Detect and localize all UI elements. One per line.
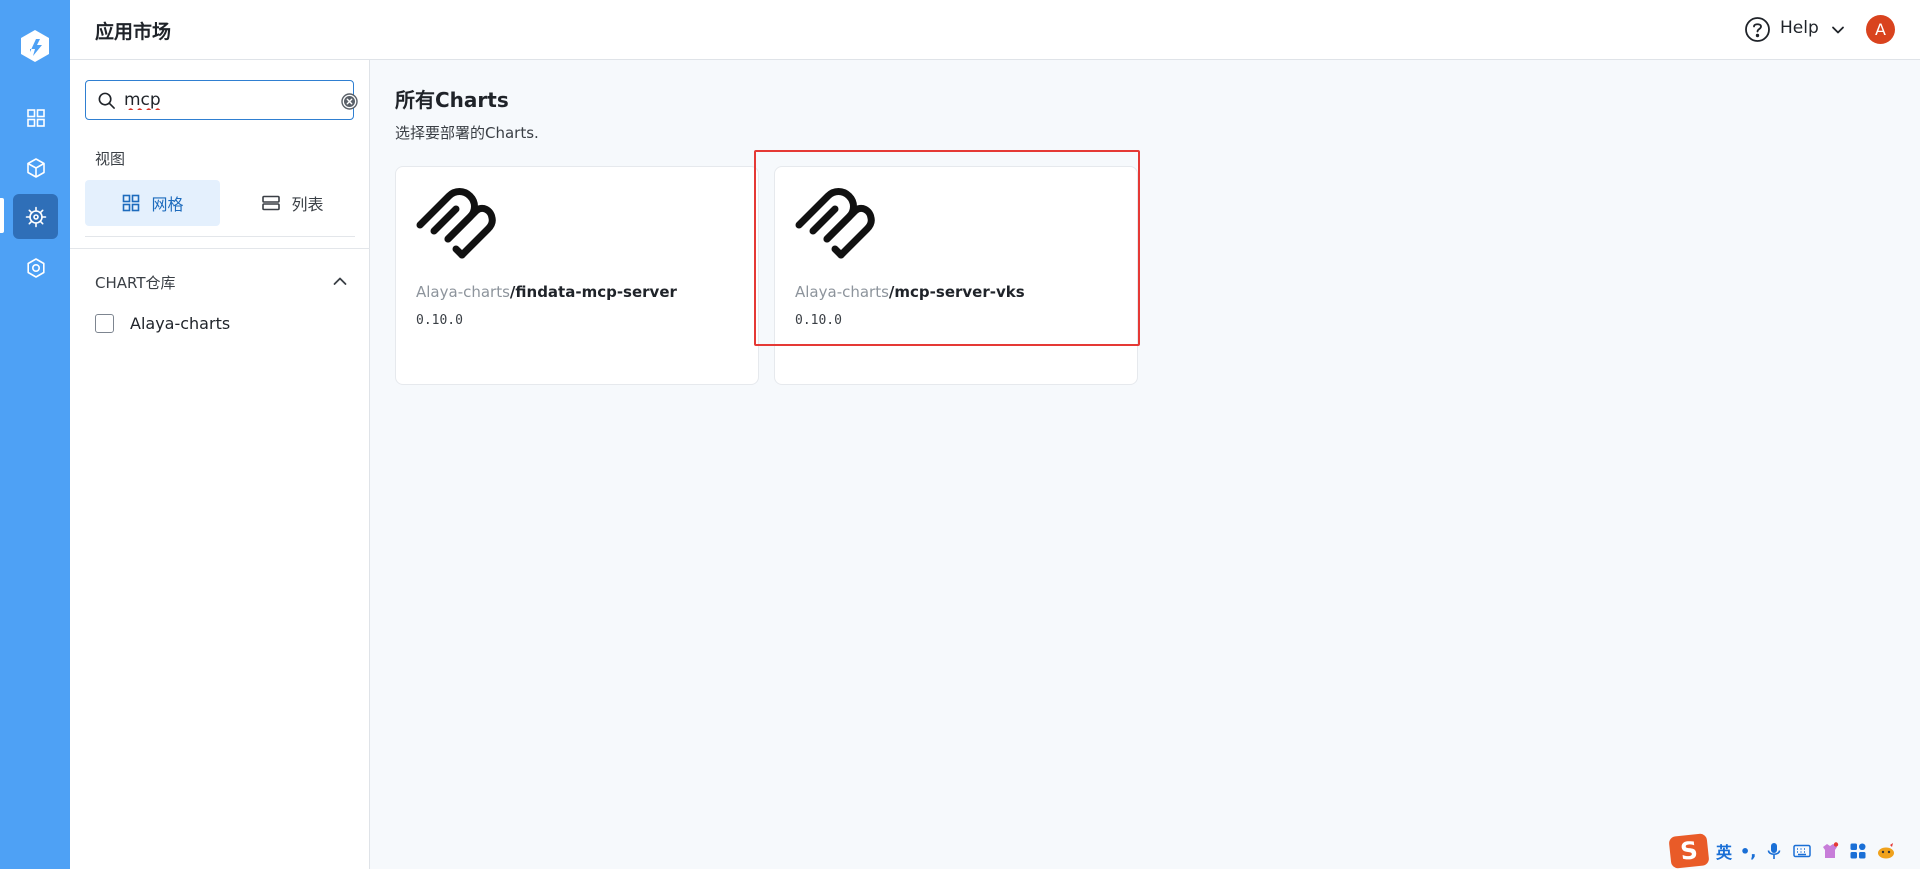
chart-name: Alaya-charts/findata-mcp-server xyxy=(416,283,677,301)
active-indicator xyxy=(0,198,4,233)
app-logo-icon[interactable] xyxy=(17,28,53,64)
divider xyxy=(70,248,370,249)
filter-panel: 视图 网格 列表 CHART仓库 Alaya-charts xyxy=(70,60,370,869)
main-content: 所有Charts 选择要部署的Charts. Alaya-charts/find… xyxy=(371,60,1920,869)
page-title: 应用市场 xyxy=(95,21,172,43)
chart-repo-label: CHART仓库 xyxy=(95,274,176,292)
nav-packages[interactable] xyxy=(13,145,58,190)
search-input[interactable] xyxy=(124,89,314,111)
grid-view-label: 网格 xyxy=(151,195,184,214)
ime-toolbar: S 英 •, xyxy=(1668,833,1920,869)
ime-punctuation[interactable]: •, xyxy=(1740,842,1756,861)
chevron-down-icon[interactable] xyxy=(1830,22,1846,38)
toolbox-icon[interactable] xyxy=(1848,841,1868,861)
nav-app-market[interactable] xyxy=(13,194,58,239)
chart-version: 0.10.0 xyxy=(795,313,842,328)
helm-wheel-icon xyxy=(25,206,46,227)
chart-title: /findata-mcp-server xyxy=(509,283,677,301)
top-header: 应用市场 Help A xyxy=(70,0,1920,60)
mcp-logo-icon xyxy=(416,188,496,259)
repo-filter-label: Alaya-charts xyxy=(130,314,231,333)
nav-rail xyxy=(0,0,70,869)
chart-version: 0.10.0 xyxy=(416,313,463,328)
chart-title: /mcp-server-vks xyxy=(888,283,1025,301)
list-view-icon xyxy=(262,195,281,211)
section-heading: 所有Charts xyxy=(395,88,509,112)
chart-card[interactable]: Alaya-charts/mcp-server-vks 0.10.0 xyxy=(774,166,1138,385)
grid-view-button[interactable]: 网格 xyxy=(85,180,220,226)
ime-mode[interactable]: 英 xyxy=(1716,839,1732,863)
search-box[interactable] xyxy=(85,80,358,120)
ime-logo[interactable]: S xyxy=(1668,833,1710,869)
divider xyxy=(85,236,355,237)
repo-filter-item[interactable]: Alaya-charts xyxy=(95,314,230,333)
chart-name: Alaya-charts/mcp-server-vks xyxy=(795,283,1025,301)
clear-search-icon[interactable] xyxy=(341,93,358,110)
list-view-button[interactable]: 列表 xyxy=(225,180,360,226)
section-subheading: 选择要部署的Charts. xyxy=(395,124,539,142)
skin-icon[interactable] xyxy=(1820,841,1840,861)
mcp-logo-icon xyxy=(795,188,875,259)
cube-icon xyxy=(26,157,45,178)
nav-dashboard[interactable] xyxy=(13,95,58,140)
chart-repo: Alaya-charts xyxy=(795,283,889,301)
help-menu[interactable]: Help xyxy=(1780,18,1819,38)
help-icon[interactable] xyxy=(1744,16,1771,43)
view-label: 视图 xyxy=(95,150,126,168)
grid-view-icon xyxy=(123,194,140,212)
grid-icon xyxy=(26,108,45,127)
gear-icon xyxy=(26,257,45,278)
repo-checkbox[interactable] xyxy=(95,314,114,333)
nav-settings[interactable] xyxy=(13,245,58,290)
user-avatar[interactable]: A xyxy=(1866,15,1895,44)
chart-card[interactable]: Alaya-charts/findata-mcp-server 0.10.0 xyxy=(395,166,759,385)
microphone-icon[interactable] xyxy=(1764,841,1784,861)
keyboard-icon[interactable] xyxy=(1792,841,1812,861)
mascot-icon[interactable] xyxy=(1876,841,1896,861)
chart-repo: Alaya-charts xyxy=(416,283,510,301)
list-view-label: 列表 xyxy=(291,195,324,214)
search-icon xyxy=(98,92,115,109)
chevron-up-icon[interactable] xyxy=(331,272,349,290)
